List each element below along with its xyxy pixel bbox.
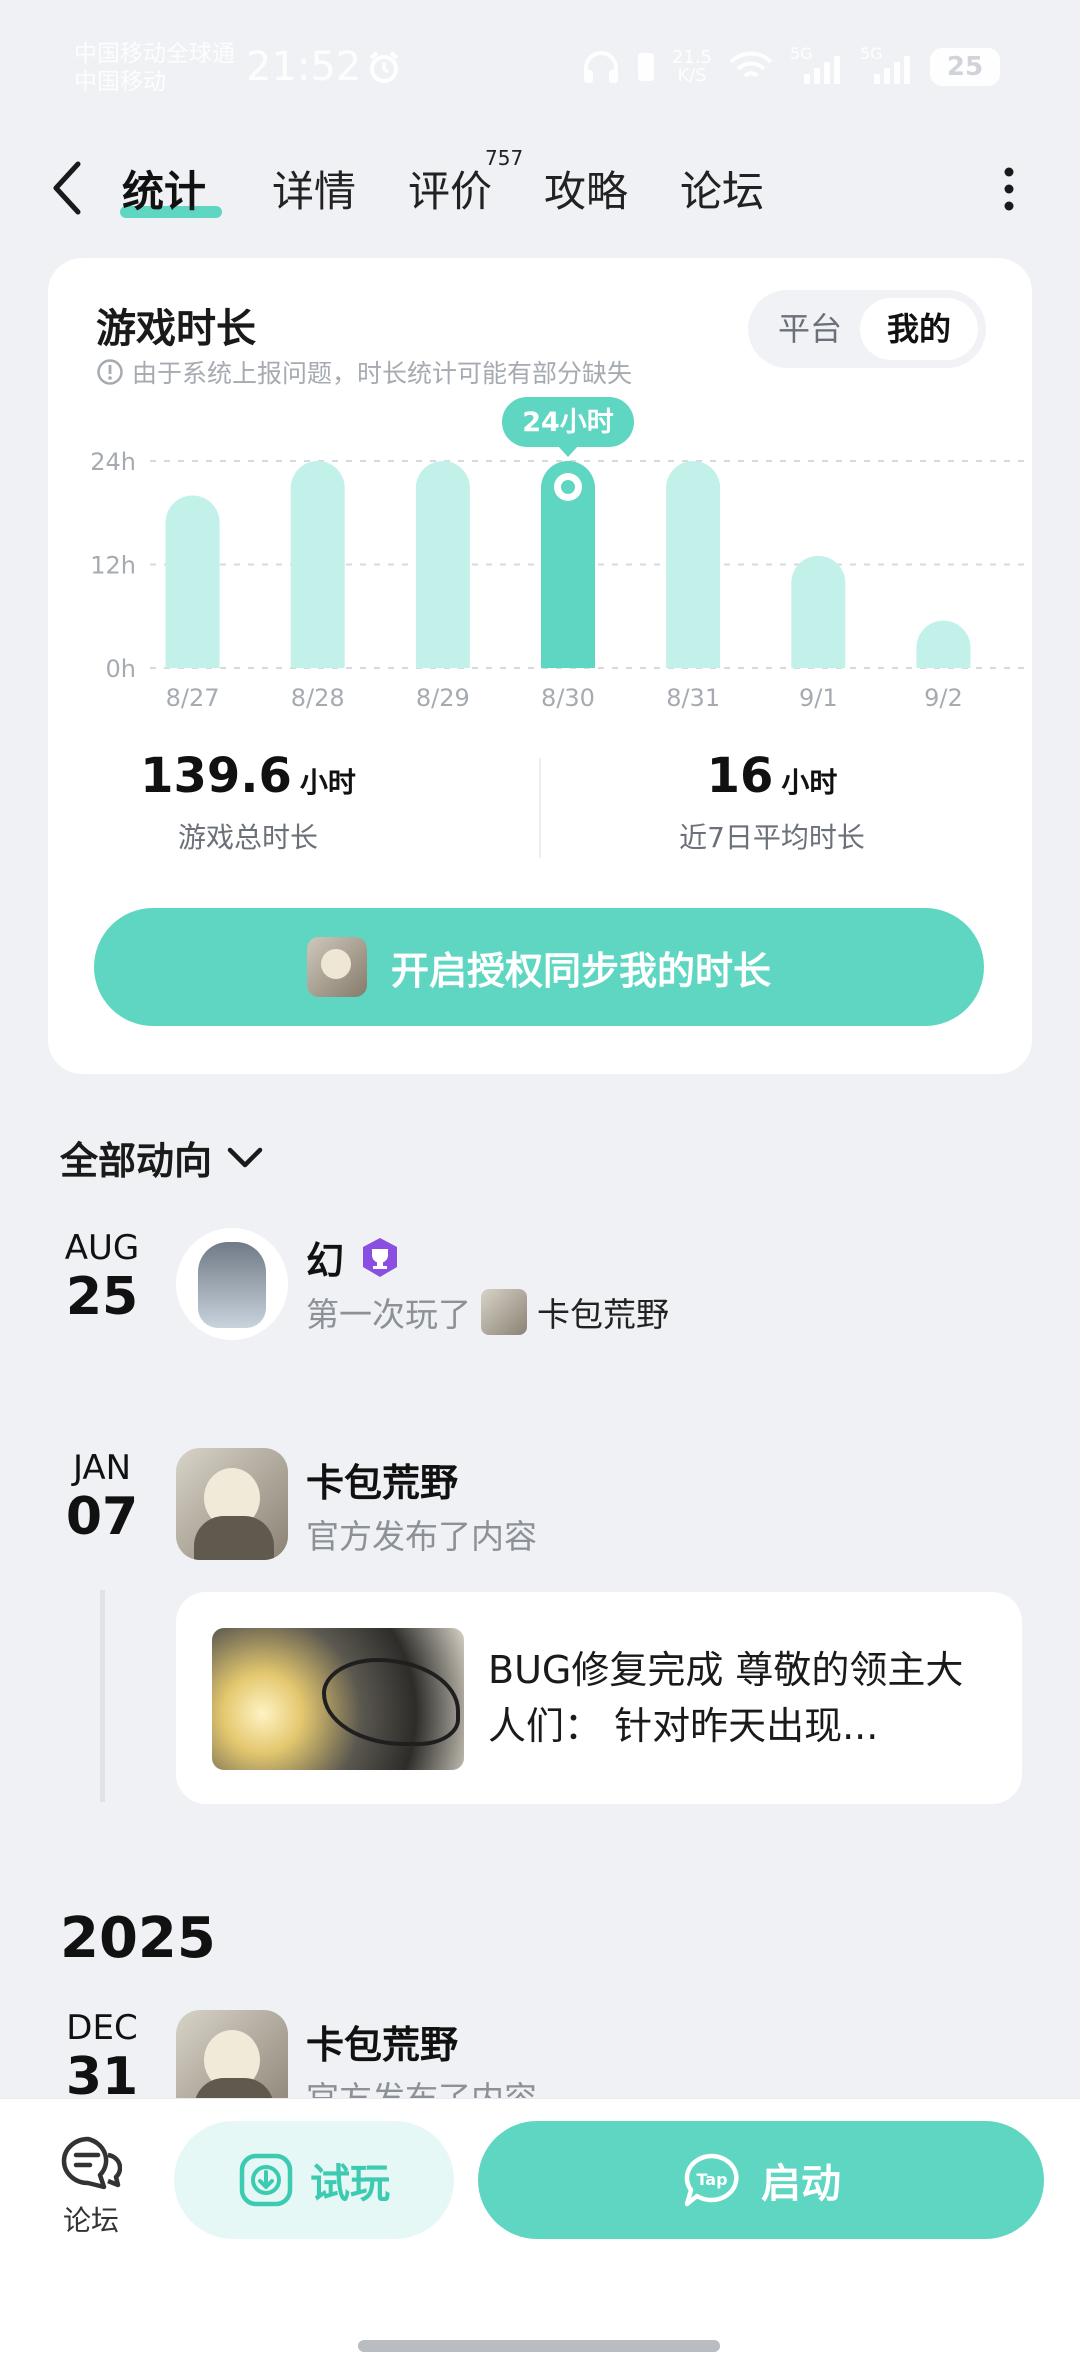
game-icon xyxy=(306,937,367,997)
status-icons: 21.5 K/S 5G 5G 25 xyxy=(582,44,1000,86)
play-time-card: 游戏时长 由于系统上报问题，时长统计可能有部分缺失 平台 我的 0h 12h 24h… xyxy=(48,258,1032,1074)
carrier-line-1: 中国移动全球通 xyxy=(74,41,235,67)
status-time: 21:52 xyxy=(246,44,362,90)
forum-nav-button[interactable]: 论坛 xyxy=(56,2135,126,2239)
tab-stats[interactable]: 统计 xyxy=(122,158,206,219)
status-bar: 中国移动全球通 中国移动 21:52 21.5 K/S 5G 5G 25 xyxy=(0,0,1080,130)
download-icon xyxy=(239,2153,293,2207)
stats-summary: 139.6 小时 游戏总时长 16 小时 近7日平均时长 xyxy=(48,748,1032,868)
network-speed: 21.5 K/S xyxy=(671,47,712,86)
chart-bar xyxy=(165,495,220,668)
chart-bar xyxy=(916,620,971,668)
svg-text:Tap: Tap xyxy=(696,2170,727,2189)
total-label: 游戏总时长 xyxy=(177,821,318,854)
top-nav: 统计 详情 评价 757 攻略 论坛 xyxy=(0,140,1080,230)
game-thumbnail xyxy=(481,1289,527,1335)
average-value: 16 xyxy=(706,748,774,804)
x-tick-label: 8/27 xyxy=(166,684,220,712)
x-tick-label: 9/2 xyxy=(924,684,963,712)
feed-date: DEC 31 xyxy=(65,2008,139,2107)
stats-divider xyxy=(539,758,541,858)
wifi-icon xyxy=(729,51,773,78)
headphones-icon xyxy=(583,51,618,83)
play-time-chart: 0h 12h 24h 8/27 8/28 8/29 8/30 24小时 8/31 9/1 9/2 xyxy=(90,397,1024,712)
back-arrow-icon[interactable] xyxy=(50,160,86,216)
forum-chat-icon xyxy=(61,2136,123,2190)
feed-date: JAN 07 xyxy=(65,1448,139,1547)
y-tick-label: 24h xyxy=(90,448,136,476)
carrier-info: 中国移动全球通 中国移动 xyxy=(74,40,235,96)
feed-game-name[interactable]: 卡包荒野 xyxy=(537,1288,669,1336)
bottom-action-bar: 论坛 试玩 Tap 启动 xyxy=(0,2098,1080,2377)
highlight-tooltip-arrow xyxy=(558,446,578,457)
reviews-count-badge: 757 xyxy=(485,146,524,170)
feed-activity: 官方发布了内容 xyxy=(306,1517,537,1556)
feed-game-title[interactable]: 卡包荒野 xyxy=(306,1452,458,1507)
chart-bar xyxy=(290,461,345,668)
year-divider: 2025 xyxy=(60,1906,216,1971)
average-stat: 16 小时 近7日平均时长 xyxy=(572,748,972,856)
highlight-tooltip-label: 24小时 xyxy=(522,407,614,438)
carrier-line-2: 中国移动 xyxy=(74,69,166,95)
feed-game-title[interactable]: 卡包荒野 xyxy=(306,2014,458,2069)
x-tick-label: 9/1 xyxy=(799,684,838,712)
feed-filter-label: 全部动向 xyxy=(60,1139,213,1183)
launch-label: 启动 xyxy=(761,2161,841,2207)
chart-bar xyxy=(666,461,721,668)
x-tick-label: 8/28 xyxy=(291,684,345,712)
x-tick-label: 8/29 xyxy=(416,684,470,712)
highlight-marker-inner xyxy=(561,480,575,494)
more-options-icon[interactable] xyxy=(994,164,1024,214)
signal-icon-1: 5G xyxy=(790,44,844,84)
feed-action-text: 第一次玩了 xyxy=(306,1295,471,1334)
avatar-figure xyxy=(198,1242,266,1328)
average-unit: 小时 xyxy=(781,766,838,799)
chart-bar xyxy=(791,555,846,668)
battery-icon: 25 xyxy=(930,48,1000,86)
x-tick-label: 8/30 xyxy=(541,684,595,712)
feed-date: AUG 25 xyxy=(64,1228,140,1327)
post-excerpt: BUG修复完成 尊敬的领主大人们： 针对昨天出现... xyxy=(488,1648,964,1748)
tap-logo-icon: Tap xyxy=(684,2153,739,2207)
feed-user-name[interactable]: 幻 xyxy=(306,1230,344,1285)
chart-bar xyxy=(415,461,470,668)
sync-playtime-button[interactable]: 开启授权同步我的时长 xyxy=(94,908,984,1026)
post-thumbnail xyxy=(212,1628,464,1770)
average-label: 近7日平均时长 xyxy=(679,821,865,854)
trophy-badge-icon xyxy=(363,1238,397,1277)
tab-guides[interactable]: 攻略 xyxy=(544,158,628,219)
sim-card-icon xyxy=(637,53,654,81)
y-tick-label: 0h xyxy=(106,655,136,683)
sync-button-label: 开启授权同步我的时长 xyxy=(390,948,771,993)
forum-nav-label: 论坛 xyxy=(62,2204,119,2237)
home-indicator xyxy=(358,2340,720,2352)
signal-icon-2: 5G xyxy=(860,44,914,84)
timeline-line xyxy=(100,1590,105,1802)
try-play-label: 试玩 xyxy=(310,2161,390,2207)
alarm-icon xyxy=(369,51,399,83)
x-tick-label: 8/31 xyxy=(666,684,720,712)
y-tick-label: 12h xyxy=(90,552,136,580)
launch-button[interactable]: Tap 启动 xyxy=(478,2121,1044,2239)
post-card[interactable]: BUG修复完成 尊敬的领主大人们： 针对昨天出现... xyxy=(176,1592,1022,1804)
user-avatar[interactable] xyxy=(176,1228,288,1340)
feed-activity: 第一次玩了 卡包荒野 xyxy=(306,1288,669,1336)
chevron-down-icon xyxy=(227,1147,263,1167)
tab-reviews[interactable]: 评价 xyxy=(408,158,492,219)
tab-forum[interactable]: 论坛 xyxy=(680,158,764,219)
tab-details[interactable]: 详情 xyxy=(272,158,356,219)
total-unit: 小时 xyxy=(299,766,356,799)
total-value: 139.6 xyxy=(140,748,292,804)
total-stat: 139.6 小时 游戏总时长 xyxy=(48,748,448,856)
game-avatar[interactable] xyxy=(176,1448,288,1560)
feed-filter[interactable]: 全部动向 xyxy=(60,1130,264,1185)
try-play-button[interactable]: 试玩 xyxy=(174,2121,454,2239)
